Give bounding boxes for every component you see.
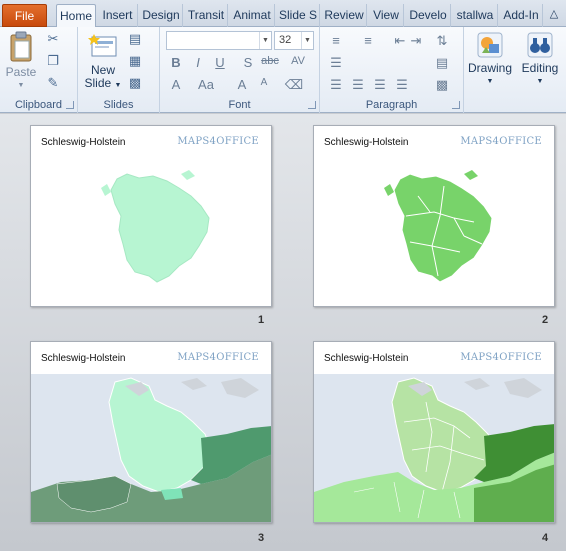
section-icon[interactable]: ▩: [126, 75, 144, 91]
ribbon: Paste ▼ ✂ ❐ ✎ Clipboard New Slide ▼ ▤ ▦ …: [0, 27, 566, 113]
clipboard-group: Paste ▼ ✂ ❐ ✎ Clipboard: [0, 27, 78, 113]
grow-font-icon[interactable]: A: [232, 77, 252, 92]
map-region-districts: [314, 374, 554, 522]
tab-transitions[interactable]: Transit: [184, 4, 228, 27]
paste-button[interactable]: Paste ▼: [4, 31, 38, 92]
tab-add-ins[interactable]: Add-In: [499, 4, 543, 27]
chevron-down-icon: ▼: [486, 78, 494, 85]
slide-number-3: 3: [258, 532, 265, 544]
slide-thumbnail-4[interactable]: Schleswig-Holstein MAPS4OFFICE: [313, 341, 555, 523]
slide-title-2: Schleswig-Holstein: [324, 137, 409, 148]
font-size-value: 32: [279, 34, 292, 46]
editing-button[interactable]: Editing ▼: [516, 31, 564, 88]
copy-icon[interactable]: ❐: [44, 53, 62, 69]
align-text-icon[interactable]: ▤: [432, 55, 452, 71]
slide-title-1: Schleswig-Holstein: [41, 137, 126, 148]
slide-number-4: 4: [542, 532, 549, 544]
tab-insert[interactable]: Insert: [97, 4, 138, 27]
maps4office-logo: MAPS4OFFICE: [177, 352, 259, 363]
paste-dropdown-icon[interactable]: ▼: [4, 79, 38, 92]
ribbon-collapse-icon[interactable]: △: [544, 4, 564, 26]
font-size-combo[interactable]: 32 ▼: [274, 31, 314, 50]
slide-number-1: 1: [258, 314, 265, 326]
font-name-combo[interactable]: ▼: [166, 31, 272, 50]
tab-review[interactable]: Review: [321, 4, 367, 27]
slides-group: New Slide ▼ ▤ ▦ ▩ Slides: [78, 27, 160, 113]
align-center-icon[interactable]: ☰: [348, 77, 368, 93]
editing-group: Editing ▼: [516, 27, 566, 113]
reset-icon[interactable]: ▦: [126, 53, 144, 69]
paste-icon: [10, 31, 32, 62]
font-launcher-icon[interactable]: [308, 101, 316, 109]
format-painter-icon[interactable]: ✎: [44, 75, 62, 91]
smartart-icon[interactable]: ▩: [432, 77, 452, 93]
tab-design[interactable]: Design: [139, 4, 183, 27]
align-left-icon[interactable]: ☰: [326, 77, 346, 93]
binoculars-icon: [527, 32, 553, 58]
numbering-icon[interactable]: ≡: [358, 33, 378, 48]
slide-title-3: Schleswig-Holstein: [41, 353, 126, 364]
new-slide-button[interactable]: New Slide ▼: [84, 31, 122, 92]
new-slide-label-2: Slide ▼: [84, 76, 122, 90]
change-case-icon[interactable]: Aa: [196, 77, 216, 92]
shadow-icon[interactable]: S: [238, 55, 258, 70]
chevron-down-icon: ▼: [301, 32, 313, 49]
bullets-icon[interactable]: ≡: [326, 33, 346, 48]
drawing-label: Drawing: [467, 61, 512, 75]
paragraph-group: ≡ ≡ ⇤ ⇥ ⇅ ☰ ▤ ☰ ☰ ☰ ☰ ▩ Paragraph: [320, 27, 464, 113]
maps4office-logo: MAPS4OFFICE: [177, 136, 259, 147]
text-direction-icon[interactable]: ⇅: [432, 33, 452, 49]
layout-icon[interactable]: ▤: [126, 31, 144, 47]
drawing-group: Drawing ▼: [464, 27, 516, 113]
editing-label: Editing: [521, 61, 559, 75]
font-group-label: Font: [228, 99, 251, 111]
char-spacing-icon[interactable]: AV: [288, 55, 308, 67]
slide-thumbnail-1[interactable]: Schleswig-Holstein MAPS4OFFICE: [30, 125, 272, 307]
tab-view[interactable]: View: [368, 4, 404, 27]
slide-thumbnail-2[interactable]: Schleswig-Holstein MAPS4OFFICE: [313, 125, 555, 307]
strikethrough-icon[interactable]: abc: [260, 55, 280, 67]
align-right-icon[interactable]: ☰: [370, 77, 390, 93]
map-region-detailed: [31, 374, 271, 522]
shapes-icon: [477, 32, 503, 58]
clipboard-launcher-icon[interactable]: [66, 101, 74, 109]
slide-sorter-pane: Schleswig-Holstein MAPS4OFFICE 1 Schlesw…: [0, 114, 566, 551]
new-slide-icon: [88, 34, 117, 57]
cut-icon[interactable]: ✂: [44, 31, 62, 47]
chevron-down-icon: ▼: [536, 78, 544, 85]
clear-formatting-icon[interactable]: ⌫: [284, 77, 304, 93]
font-color-icon[interactable]: A: [166, 77, 186, 92]
slide-title-4: Schleswig-Holstein: [324, 353, 409, 364]
maps4office-logo: MAPS4OFFICE: [460, 136, 542, 147]
shrink-font-icon[interactable]: A: [254, 77, 274, 88]
font-group: ▼ 32 ▼ B I U S abc AV A Aa A A ⌫ Font: [160, 27, 320, 113]
columns-icon[interactable]: ☰: [326, 55, 346, 71]
map-outline-light: [101, 170, 210, 283]
outdent-icon[interactable]: ⇥: [406, 33, 426, 49]
tab-animations[interactable]: Animat: [229, 4, 275, 27]
italic-icon[interactable]: I: [188, 55, 208, 70]
paragraph-group-label: Paragraph: [365, 99, 418, 111]
tab-slide-show[interactable]: Slide S: [276, 4, 320, 27]
tab-file[interactable]: File: [2, 4, 47, 27]
paragraph-launcher-icon[interactable]: [452, 101, 460, 109]
slide-number-2: 2: [542, 314, 549, 326]
map-districts-green: [384, 170, 493, 283]
chevron-down-icon: ▼: [259, 32, 271, 49]
justify-icon[interactable]: ☰: [392, 77, 412, 93]
underline-icon[interactable]: U: [210, 55, 230, 70]
slides-group-label: Slides: [103, 99, 134, 111]
tab-stallwa[interactable]: stallwa: [452, 4, 498, 27]
paste-label: Paste: [5, 65, 37, 79]
ribbon-tab-bar: File Home Insert Design Transit Animat S…: [0, 0, 566, 28]
tab-developer[interactable]: Develo: [405, 4, 451, 27]
bold-icon[interactable]: B: [166, 55, 186, 70]
tab-home[interactable]: Home: [56, 4, 96, 28]
maps4office-logo: MAPS4OFFICE: [460, 352, 542, 363]
drawing-button[interactable]: Drawing ▼: [466, 31, 514, 88]
slide-thumbnail-3[interactable]: Schleswig-Holstein MAPS4OFFICE: [30, 341, 272, 523]
